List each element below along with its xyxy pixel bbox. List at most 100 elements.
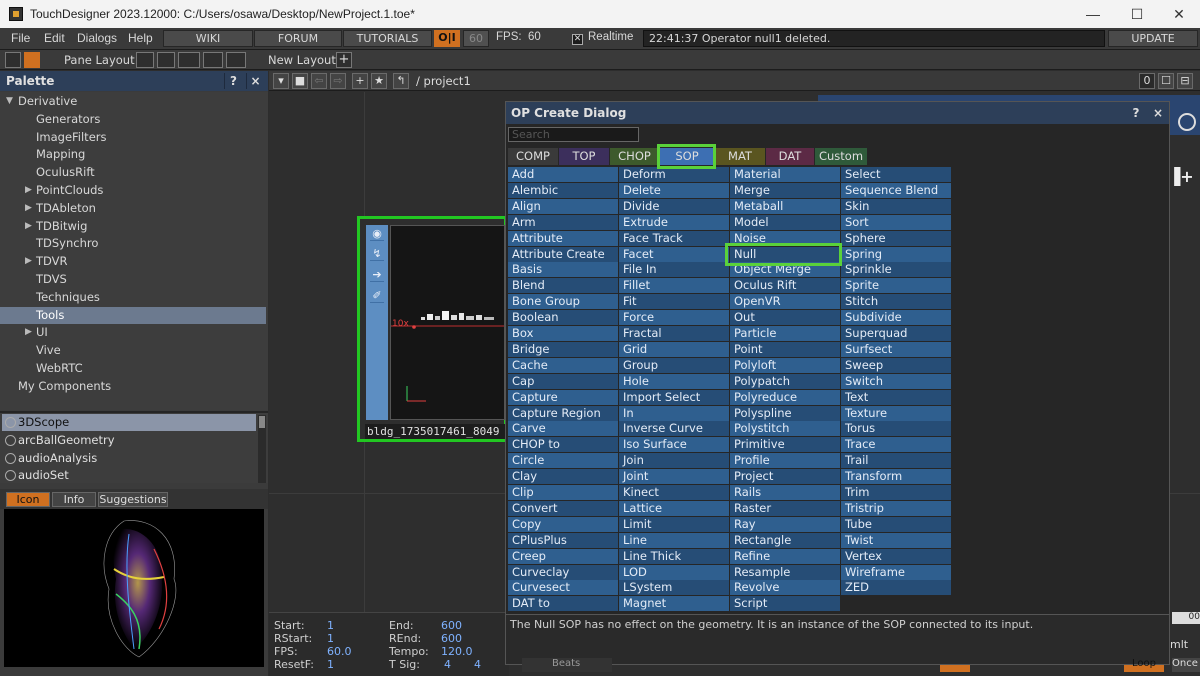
tab-chop[interactable]: CHOP <box>610 148 659 165</box>
operator-item-material[interactable]: Material <box>730 167 840 182</box>
operator-item-subdivide[interactable]: Subdivide <box>841 310 951 326</box>
operator-item-sphere[interactable]: Sphere <box>841 230 951 246</box>
back-icon[interactable]: ⇦ <box>311 73 327 89</box>
operator-item-sort[interactable]: Sort <box>841 214 951 230</box>
operator-item-texture[interactable]: Texture <box>841 405 951 421</box>
component-list-scrollbar[interactable] <box>258 415 266 483</box>
collapsed-arrow-icon[interactable]: ▶ <box>25 253 32 270</box>
network-icon[interactable] <box>5 52 21 68</box>
layout-single-icon[interactable] <box>136 52 154 68</box>
tree-item-oculusrift[interactable]: OculusRift <box>0 164 266 181</box>
operator-item-polyspline[interactable]: Polyspline <box>730 405 840 421</box>
collapsed-arrow-icon[interactable]: ▶ <box>25 182 32 199</box>
menu-file[interactable]: File <box>11 31 30 45</box>
operator-item-profile[interactable]: Profile <box>730 453 840 469</box>
tutorials-button[interactable]: TUTORIALS <box>343 30 432 47</box>
operator-item-face-track[interactable]: Face Track <box>619 230 729 246</box>
operator-item-revolve[interactable]: Revolve <box>730 580 840 596</box>
maximize-button[interactable]: ☐ <box>1122 4 1152 24</box>
tree-item-tdbitwig[interactable]: ▶ TDBitwig <box>0 218 266 235</box>
operator-item-add[interactable]: Add <box>508 167 618 182</box>
operator-item-clip[interactable]: Clip <box>508 485 618 500</box>
tree-item-ui[interactable]: ▶ UI <box>0 324 266 341</box>
operator-item-hole[interactable]: Hole <box>619 373 729 389</box>
operator-item-dat-to[interactable]: DAT to <box>508 596 618 612</box>
operator-item-trim[interactable]: Trim <box>841 485 951 500</box>
tree-item-pointclouds[interactable]: ▶ PointClouds <box>0 182 266 199</box>
operator-item-sprinkle[interactable]: Sprinkle <box>841 262 951 278</box>
tab-top[interactable]: TOP <box>559 148 609 165</box>
menu-edit[interactable]: Edit <box>44 31 65 45</box>
layout-quad-icon[interactable] <box>226 52 246 68</box>
operator-item-torus[interactable]: Torus <box>841 421 951 437</box>
operator-item-fit[interactable]: Fit <box>619 294 729 310</box>
operator-item-line-thick[interactable]: Line Thick <box>619 548 729 564</box>
tree-item-tdsynchro[interactable]: TDSynchro <box>0 235 266 252</box>
collapsed-arrow-icon[interactable]: ▶ <box>25 200 32 217</box>
forum-button[interactable]: FORUM <box>254 30 342 47</box>
layout-split-v-icon[interactable] <box>178 52 200 68</box>
operator-item-kinect[interactable]: Kinect <box>619 485 729 500</box>
operator-item-openvr[interactable]: OpenVR <box>730 294 840 310</box>
rstart-value[interactable]: 1 <box>327 632 334 645</box>
operator-item-attribute-create[interactable]: Attribute Create <box>508 246 618 262</box>
operator-item-line[interactable]: Line <box>619 532 729 548</box>
operator-item-creep[interactable]: Creep <box>508 548 618 564</box>
tree-item-vive[interactable]: Vive <box>0 342 266 359</box>
operator-item-superquad[interactable]: Superquad <box>841 326 951 341</box>
viewer-toggle-icon[interactable]: ◉ <box>370 227 384 241</box>
menu-arrow-icon[interactable]: ▾ <box>273 73 289 89</box>
output-arrow-icon[interactable]: ➔ <box>370 268 384 282</box>
tab-mat[interactable]: MAT <box>715 148 765 165</box>
operator-item-arm[interactable]: Arm <box>508 214 618 230</box>
resetf-value[interactable]: 1 <box>327 658 334 671</box>
menu-help[interactable]: Help <box>128 31 153 45</box>
operator-item-polyreduce[interactable]: Polyreduce <box>730 389 840 405</box>
operator-item-skin[interactable]: Skin <box>841 198 951 214</box>
operator-item-out[interactable]: Out <box>730 310 840 326</box>
add-layout-button[interactable]: + <box>336 52 352 68</box>
operator-item-deform[interactable]: Deform <box>619 167 729 182</box>
wiki-button[interactable]: WIKI <box>163 30 253 47</box>
side-button[interactable]: Once <box>1172 658 1200 672</box>
operator-item-vertex[interactable]: Vertex <box>841 548 951 564</box>
pane-split-icon[interactable]: ⊟ <box>1177 73 1193 89</box>
operator-item-resample[interactable]: Resample <box>730 564 840 580</box>
tab-comp[interactable]: COMP <box>508 148 558 165</box>
operator-item-fillet[interactable]: Fillet <box>619 278 729 294</box>
operator-item-polypatch[interactable]: Polypatch <box>730 373 840 389</box>
tab-custom[interactable]: Custom <box>815 148 867 165</box>
operator-item-import-select[interactable]: Import Select <box>619 389 729 405</box>
parent-icon[interactable]: ↰ <box>393 73 409 89</box>
operator-item-curveclay[interactable]: Curveclay <box>508 564 618 580</box>
operator-item-facet[interactable]: Facet <box>619 246 729 262</box>
operator-item-alembic[interactable]: Alembic <box>508 182 618 198</box>
operator-item-model[interactable]: Model <box>730 214 840 230</box>
target-icon[interactable] <box>1178 113 1196 131</box>
operator-item-trail[interactable]: Trail <box>841 453 951 469</box>
add-pane-icon[interactable]: ▐+ <box>1168 167 1196 186</box>
operator-item-inverse-curve[interactable]: Inverse Curve <box>619 421 729 437</box>
operator-item-chop-to[interactable]: CHOP to <box>508 437 618 453</box>
end-value[interactable]: 600 <box>441 619 462 632</box>
tree-item-tdvr[interactable]: ▶ TDVR <box>0 253 266 270</box>
forward-icon[interactable]: ⇨ <box>330 73 346 89</box>
operator-item-convert[interactable]: Convert <box>508 500 618 516</box>
operator-item-refine[interactable]: Refine <box>730 548 840 564</box>
tsig-numerator[interactable]: 4 <box>444 658 451 671</box>
operator-item-file-in[interactable]: File In <box>619 262 729 278</box>
operator-item-point[interactable]: Point <box>730 341 840 357</box>
add-icon[interactable]: + <box>352 73 368 89</box>
operator-item-stitch[interactable]: Stitch <box>841 294 951 310</box>
operator-item-tristrip[interactable]: Tristrip <box>841 500 951 516</box>
operator-item-rails[interactable]: Rails <box>730 485 840 500</box>
tab-icon[interactable]: Icon <box>6 492 50 507</box>
operator-item-wireframe[interactable]: Wireframe <box>841 564 951 580</box>
operator-item-polyloft[interactable]: Polyloft <box>730 357 840 373</box>
operator-item-curvesect[interactable]: Curvesect <box>508 580 618 596</box>
tree-item-mapping[interactable]: Mapping <box>0 146 266 163</box>
stop-icon[interactable]: ■ <box>292 73 308 89</box>
fps-value-timeline[interactable]: 60.0 <box>327 645 352 658</box>
operator-item-metaball[interactable]: Metaball <box>730 198 840 214</box>
operator-item-grid[interactable]: Grid <box>619 341 729 357</box>
